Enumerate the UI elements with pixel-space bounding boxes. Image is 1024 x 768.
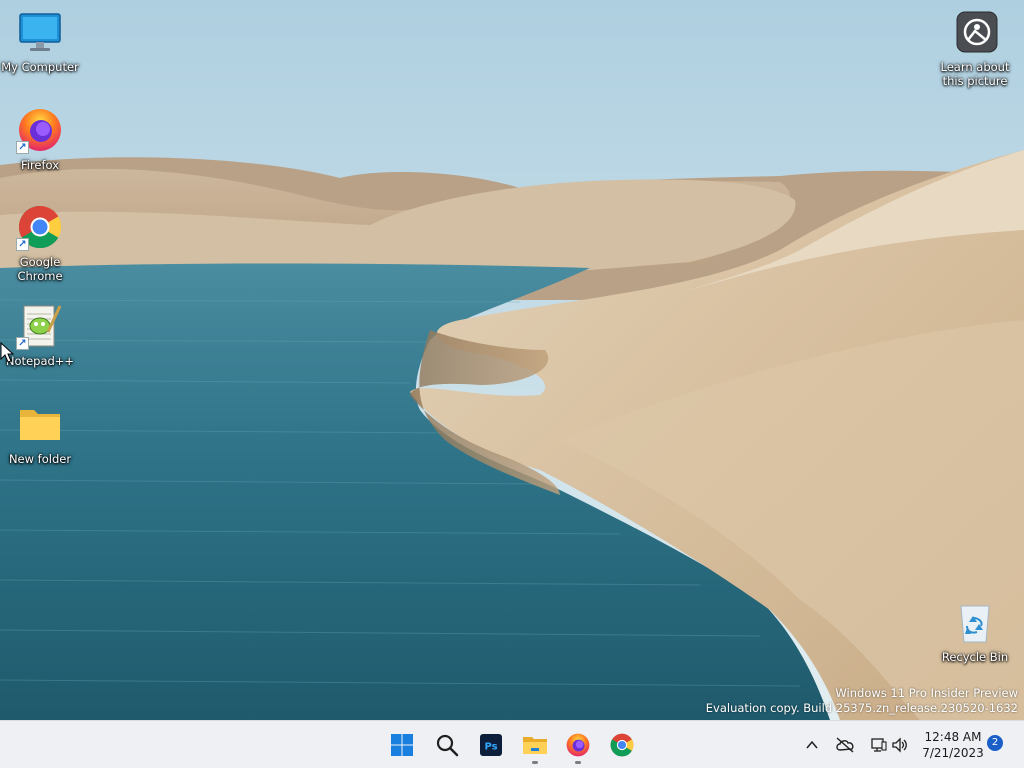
watermark-build: Evaluation copy. Build 25375.zn_release.… <box>705 701 1018 715</box>
taskbar: Ps 12:48 AM 7/21/2023 <box>0 720 1024 768</box>
learn-about-this-picture[interactable]: Learn about this picture <box>935 8 1015 88</box>
desktop-icon-my-computer[interactable]: My Computer <box>0 8 80 74</box>
desktop-icon-label: Google Chrome <box>17 255 63 283</box>
running-indicator <box>532 761 538 764</box>
windows-start-icon <box>391 734 413 756</box>
desktop-icon-label: My Computer <box>1 60 79 74</box>
notification-count-badge[interactable]: 2 <box>987 735 1003 751</box>
desktop-icon-recycle-bin[interactable]: Recycle Bin <box>935 598 1015 664</box>
taskbar-clock[interactable]: 12:48 AM 7/21/2023 <box>916 729 990 761</box>
shortcut-arrow-icon: ↗ <box>16 141 29 154</box>
clock-time: 12:48 AM <box>924 730 982 744</box>
shortcut-arrow-icon: ↗ <box>16 238 29 251</box>
chrome-icon: ↗ <box>16 203 64 251</box>
volume-icon <box>892 737 907 753</box>
recycle-bin-icon <box>951 598 999 646</box>
notepad-plus-plus-icon: ↗ <box>16 302 64 350</box>
start-button[interactable] <box>382 725 422 765</box>
onedrive-offline-icon <box>836 737 854 753</box>
desktop-icon-new-folder[interactable]: New folder <box>0 400 80 466</box>
svg-text:Ps: Ps <box>484 742 497 753</box>
running-indicator <box>575 761 581 764</box>
taskbar-file-explorer[interactable] <box>515 725 555 765</box>
desktop-icon-firefox[interactable]: ↗ Firefox <box>0 106 80 172</box>
spotlight-camera-icon <box>951 8 999 56</box>
taskbar-firefox[interactable] <box>558 725 598 765</box>
mouse-cursor-icon <box>0 341 15 364</box>
network-icon <box>871 738 887 752</box>
firefox-icon <box>566 733 590 757</box>
clock-date: 7/21/2023 <box>922 746 984 760</box>
monitor-icon <box>16 8 64 56</box>
desktop-icon-google-chrome[interactable]: ↗ Google Chrome <box>0 203 80 283</box>
firefox-icon: ↗ <box>16 106 64 154</box>
desktop-icon-label: Learn about this picture <box>940 60 1010 88</box>
chrome-icon <box>610 733 634 757</box>
taskbar-chrome[interactable] <box>602 725 642 765</box>
network-tray-button[interactable] <box>866 733 890 757</box>
file-explorer-icon <box>523 737 547 754</box>
volume-tray-button[interactable] <box>888 733 912 757</box>
search-icon <box>436 734 459 757</box>
evaluation-watermark: Windows 11 Pro Insider Preview Evaluatio… <box>706 686 1018 716</box>
desktop-icon-label: Recycle Bin <box>941 650 1009 664</box>
show-hidden-icons-button[interactable] <box>800 733 824 757</box>
photoshop-icon: Ps <box>480 734 502 756</box>
folder-icon <box>16 400 64 448</box>
desktop-icon-label: New folder <box>8 452 72 466</box>
desktop-icon-label: Notepad++ <box>5 354 75 368</box>
desktop-wallpaper <box>0 0 1024 720</box>
chevron-up-icon <box>806 740 818 749</box>
watermark-edition: Windows 11 Pro Insider Preview <box>835 686 1018 700</box>
shortcut-arrow-icon: ↗ <box>16 337 29 350</box>
taskbar-search-button[interactable] <box>427 725 467 765</box>
desktop-icon-label: Firefox <box>20 158 60 172</box>
taskbar-photoshop[interactable]: Ps <box>471 725 511 765</box>
onedrive-tray-button[interactable] <box>833 733 857 757</box>
